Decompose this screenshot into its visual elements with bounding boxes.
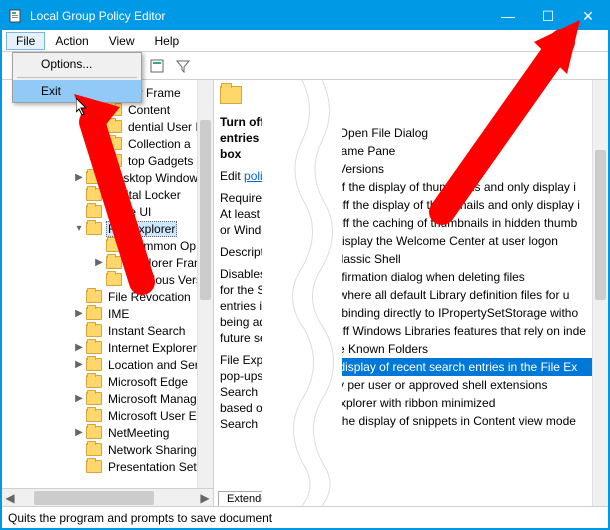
folder-icon	[86, 392, 102, 405]
list-item[interactable]: confirmation dialog when deleting files	[320, 268, 608, 286]
tree-item[interactable]: ▶ NetMeeting	[2, 424, 213, 441]
menu-help[interactable]: Help	[145, 32, 190, 50]
list-item[interactable]: ot display the Welcome Center at user lo…	[320, 232, 608, 250]
folder-icon	[320, 86, 342, 104]
folder-icon	[86, 358, 102, 371]
tree-item-label: NetMeeting	[106, 426, 171, 440]
tree-item[interactable]: ▶ Microsoft Manag	[2, 390, 213, 407]
tree-item[interactable]: Network Sharing	[2, 441, 213, 458]
statusbar: Quits the program and prompts to save do…	[2, 506, 608, 528]
expand-icon[interactable]: ▶	[72, 342, 86, 353]
list-item[interactable]: rn off Windows Libraries features that r…	[320, 322, 608, 340]
folder-icon	[86, 443, 102, 456]
tree-hscrollbar[interactable]: ◀ ▶	[2, 488, 213, 506]
tree-item[interactable]: Microsoft User Ex	[2, 407, 213, 424]
folder-icon	[86, 307, 102, 320]
tree-item-label: Network Sharing	[106, 443, 199, 457]
expand-icon[interactable]: ▶	[72, 308, 86, 319]
tree-item-label: Microsoft User Ex	[106, 409, 205, 423]
tree-vscrollbar[interactable]	[197, 80, 213, 488]
list-item[interactable]: able Known Folders	[320, 340, 608, 358]
expand-icon[interactable]: ▶	[72, 427, 86, 438]
list-item[interactable]: on where all default Library definition …	[320, 286, 608, 304]
folder-icon	[86, 426, 102, 439]
menu-separator	[17, 77, 137, 78]
expand-icon[interactable]: ▶	[72, 393, 86, 404]
tree-item-label: Location and Ser	[106, 358, 201, 372]
status-text: Quits the program and prompts to save do…	[8, 511, 272, 525]
app-window: Local Group Policy Editor — ☐ ✕ File Act…	[0, 0, 610, 530]
app-icon	[8, 8, 24, 24]
tree-item-label: Microsoft Manag	[106, 392, 199, 406]
mouse-cursor	[76, 98, 92, 123]
tree-item[interactable]: Microsoft Edge	[2, 373, 213, 390]
tree-item[interactable]: ▶ Location and Ser	[2, 356, 213, 373]
tree-item-label: IME	[106, 307, 131, 321]
annotation-arrow-right	[402, 12, 602, 232]
tree-item-label: Instant Search	[106, 324, 187, 338]
menu-file[interactable]: File	[6, 32, 45, 50]
scroll-left-icon[interactable]: ◀	[2, 491, 18, 505]
description-panel: Turn offentries inbox Edit policy Requir…	[214, 80, 314, 506]
folder-icon	[86, 375, 102, 388]
menu-view[interactable]: View	[99, 32, 145, 50]
list-item[interactable]: e Explorer with ribbon minimized	[320, 394, 608, 412]
filter-button[interactable]	[173, 56, 193, 76]
folder-icon	[220, 86, 242, 104]
list-item[interactable]: off display of recent search entries in …	[320, 358, 608, 376]
tree-item[interactable]: ▶ IME	[2, 305, 213, 322]
list-item[interactable]: n Classic Shell	[320, 250, 608, 268]
folder-icon	[86, 409, 102, 422]
scroll-right-icon[interactable]: ▶	[197, 491, 213, 505]
list-item[interactable]: only per user or approved shell extensio…	[320, 376, 608, 394]
tree-item-label: Presentation Sett	[106, 460, 202, 474]
folder-icon	[86, 460, 102, 473]
folder-icon	[86, 324, 102, 337]
tree-item-label: Microsoft Edge	[106, 375, 190, 389]
setting-title-line: Turn off	[220, 115, 264, 129]
folder-icon	[86, 341, 102, 354]
tree-item[interactable]: Presentation Sett	[2, 458, 213, 475]
edit-policy-link[interactable]: policy	[244, 169, 275, 183]
extended-tab[interactable]: Extended	[218, 491, 282, 506]
list-item[interactable]: off the display of snippets in Content v…	[320, 412, 608, 430]
properties-button[interactable]	[147, 56, 167, 76]
tree-item-label: Internet Explorer	[106, 341, 199, 355]
tree-item[interactable]: Instant Search	[2, 322, 213, 339]
menu-action[interactable]: Action	[45, 32, 98, 50]
scroll-thumb[interactable]	[34, 491, 154, 505]
menu-options[interactable]: Options...	[13, 53, 141, 75]
list-item[interactable]: ble binding directly to IPropertySetStor…	[320, 304, 608, 322]
tree-item[interactable]: ▶ Internet Explorer	[2, 339, 213, 356]
expand-icon[interactable]: ▶	[72, 359, 86, 370]
